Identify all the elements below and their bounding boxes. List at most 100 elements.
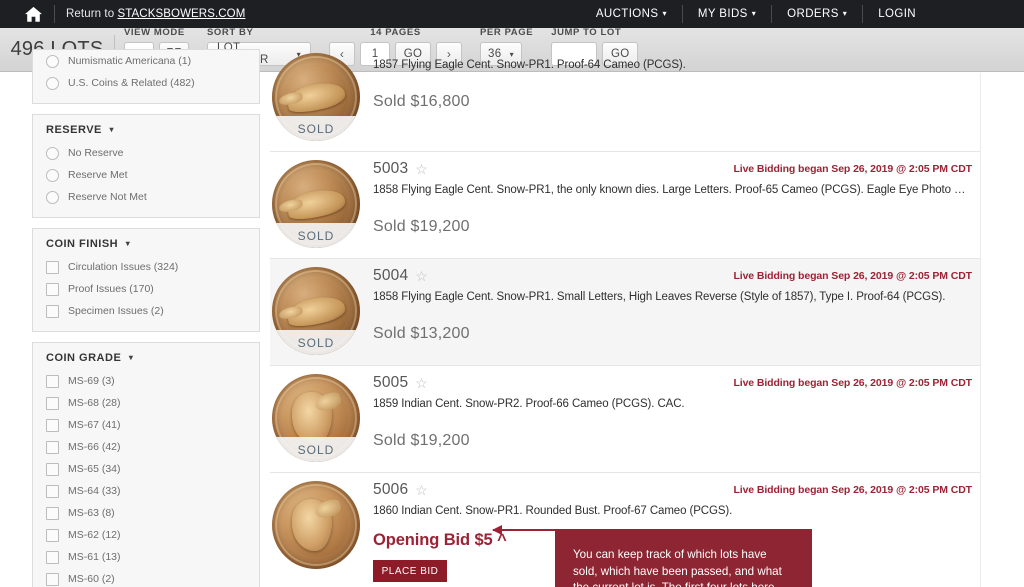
filter-option[interactable]: MS-61 (13) — [46, 546, 247, 568]
lot-sold-price: Sold $19,200 — [373, 218, 470, 235]
checkbox[interactable] — [46, 528, 59, 542]
lot-row[interactable]: SOLD 5005 ☆ Live Bidding began Sep 26, 2019… — [270, 366, 980, 473]
lot-number[interactable]: 5003 — [373, 160, 408, 178]
checkbox[interactable] — [46, 260, 59, 274]
lot-number[interactable]: 5005 — [373, 374, 408, 392]
nav-item-orders[interactable]: ORDERS ▾ — [772, 5, 864, 23]
lot-details: 5003 ☆ Live Bidding began Sep 26, 2019 @ 2… — [362, 160, 980, 248]
auction-lot-browser-page: Return to STACKSBOWERS.COM AUCTIONS ▾ MY … — [0, 0, 1024, 587]
instructional-callout: You can keep track of which lots have so… — [555, 529, 812, 587]
status-badge: SOLD — [272, 116, 360, 141]
filter-option[interactable]: Specimen Issues (2) — [46, 300, 247, 322]
lot-details: 5004 ☆ Live Bidding began Sep 26, 2019 @ 2… — [362, 267, 980, 355]
radio-button[interactable] — [46, 190, 59, 204]
coin-image[interactable]: SOLD — [272, 267, 360, 355]
lot-description[interactable]: 1858 Flying Eagle Cent. Snow-PR1. Small … — [373, 291, 972, 303]
favorite-star-icon[interactable]: ☆ — [415, 267, 428, 285]
pages-count-label: 14 PAGES — [370, 27, 421, 38]
lot-number[interactable]: 5004 — [373, 267, 408, 285]
filter-option[interactable]: MS-66 (42) — [46, 436, 247, 458]
filter-option[interactable]: U.S. Coins & Related (482) — [46, 72, 247, 94]
nav-item-my-bids[interactable]: MY BIDS ▾ — [683, 5, 773, 23]
radio-button[interactable] — [46, 146, 59, 160]
filter-option[interactable]: Reserve Met — [46, 164, 247, 186]
lot-description[interactable]: 1860 Indian Cent. Snow-PR1. Rounded Bust… — [373, 505, 972, 517]
facet-title[interactable]: COIN GRADE ▾ — [46, 352, 247, 364]
checkbox[interactable] — [46, 304, 59, 318]
checkbox[interactable] — [46, 550, 59, 564]
facet-title[interactable]: RESERVE ▾ — [46, 124, 247, 136]
chevron-down-icon: ▾ — [125, 239, 131, 248]
filter-option-label: Specimen Issues (2) — [68, 305, 164, 317]
checkbox[interactable] — [46, 396, 59, 410]
checkbox[interactable] — [46, 282, 59, 296]
nav-item-login[interactable]: LOGIN — [863, 5, 916, 23]
coin-image[interactable]: SOLD — [272, 160, 360, 248]
view-mode-label: VIEW MODE — [124, 27, 185, 38]
lot-sold-price: Sold $13,200 — [373, 325, 470, 342]
favorite-star-icon[interactable]: ☆ — [415, 160, 428, 178]
chevron-down-icon: ▾ — [109, 125, 114, 134]
filter-option[interactable]: MS-64 (33) — [46, 480, 247, 502]
facet-title[interactable]: COIN FINISH ▾ — [46, 238, 247, 250]
filter-option-label: MS-66 (42) — [68, 441, 121, 453]
lot-description[interactable]: 1857 Flying Eagle Cent. Snow-PR1. Proof-… — [373, 59, 972, 71]
checkbox[interactable] — [46, 572, 59, 586]
chevron-down-icon: ▾ — [128, 353, 134, 362]
lot-description[interactable]: 1859 Indian Cent. Snow-PR2. Proof-66 Cam… — [373, 398, 972, 410]
coin-image[interactable] — [272, 481, 360, 569]
lot-row[interactable]: SOLD 5003 ☆ Live Bidding began Sep 26, 2019… — [270, 152, 980, 259]
place-bid-button[interactable]: PLACE BID — [373, 560, 447, 582]
radio-button[interactable] — [46, 76, 59, 90]
favorite-star-icon[interactable]: ☆ — [415, 374, 428, 392]
nav-item-auctions[interactable]: AUCTIONS ▾ — [581, 5, 683, 23]
filters-sidebar: Numismatic Americana (1) U.S. Coins & Rel… — [32, 49, 260, 587]
filter-option-label: MS-64 (33) — [68, 485, 121, 497]
filter-option[interactable]: Reserve Not Met — [46, 186, 247, 208]
callout-arrow-top — [492, 525, 557, 535]
coin-legend — [276, 485, 356, 565]
live-bidding-status: Live Bidding began Sep 26, 2019 @ 2:05 P… — [733, 377, 972, 389]
filter-option[interactable]: Numismatic Americana (1) — [46, 50, 247, 72]
lot-header-row: 5006 ☆ Live Bidding began Sep 26, 2019 @ 2… — [373, 481, 972, 499]
filter-option[interactable]: MS-67 (41) — [46, 414, 247, 436]
return-site-link[interactable]: STACKSBOWERS.COM — [118, 8, 246, 20]
radio-button[interactable] — [46, 54, 59, 68]
coin-image[interactable]: SOLD — [272, 374, 360, 462]
lot-row[interactable]: SOLD 1857 Flying Eagle Cent. Snow-PR1. Pr… — [270, 45, 980, 152]
coin-image[interactable]: SOLD — [272, 53, 360, 141]
status-badge: SOLD — [272, 437, 360, 462]
filter-option-label: U.S. Coins & Related (482) — [68, 77, 195, 89]
filter-option-label: MS-67 (41) — [68, 419, 121, 431]
lot-description[interactable]: 1858 Flying Eagle Cent. Snow-PR1, the on… — [373, 184, 972, 196]
checkbox[interactable] — [46, 440, 59, 454]
per-page-label: PER PAGE — [480, 27, 534, 38]
top-navigation-bar: Return to STACKSBOWERS.COM AUCTIONS ▾ MY … — [0, 0, 1024, 28]
filter-option[interactable]: Proof Issues (170) — [46, 278, 247, 300]
checkbox[interactable] — [46, 462, 59, 476]
lot-details: 1857 Flying Eagle Cent. Snow-PR1. Proof-… — [362, 53, 980, 141]
radio-button[interactable] — [46, 168, 59, 182]
filter-option[interactable]: MS-62 (12) — [46, 524, 247, 546]
filter-option[interactable]: MS-68 (28) — [46, 392, 247, 414]
filter-option-label: MS-62 (12) — [68, 529, 121, 541]
filter-option[interactable]: MS-65 (34) — [46, 458, 247, 480]
lot-row[interactable]: SOLD 5004 ☆ Live Bidding began Sep 26, 2019… — [270, 259, 980, 366]
filter-option[interactable]: MS-69 (3) — [46, 370, 247, 392]
filter-option-label: Proof Issues (170) — [68, 283, 154, 295]
filter-option[interactable]: No Reserve — [46, 142, 247, 164]
checkbox[interactable] — [46, 374, 59, 388]
checkbox[interactable] — [46, 506, 59, 520]
favorite-star-icon[interactable]: ☆ — [415, 481, 428, 499]
checkbox[interactable] — [46, 484, 59, 498]
home-icon[interactable] — [24, 6, 43, 23]
lot-number[interactable]: 5006 — [373, 481, 408, 499]
filter-option[interactable]: Circulation Issues (324) — [46, 256, 247, 278]
checkbox[interactable] — [46, 418, 59, 432]
filter-option-label: Circulation Issues (324) — [68, 261, 179, 273]
filter-option[interactable]: MS-60 (2) — [46, 568, 247, 587]
live-bidding-status: Live Bidding began Sep 26, 2019 @ 2:05 P… — [733, 484, 972, 496]
callout-text: You can keep track of which lots have so… — [573, 548, 782, 587]
filter-option[interactable]: MS-63 (8) — [46, 502, 247, 524]
topnav-menu-group: AUCTIONS ▾ MY BIDS ▾ ORDERS ▾ LOGIN — [581, 0, 1024, 28]
